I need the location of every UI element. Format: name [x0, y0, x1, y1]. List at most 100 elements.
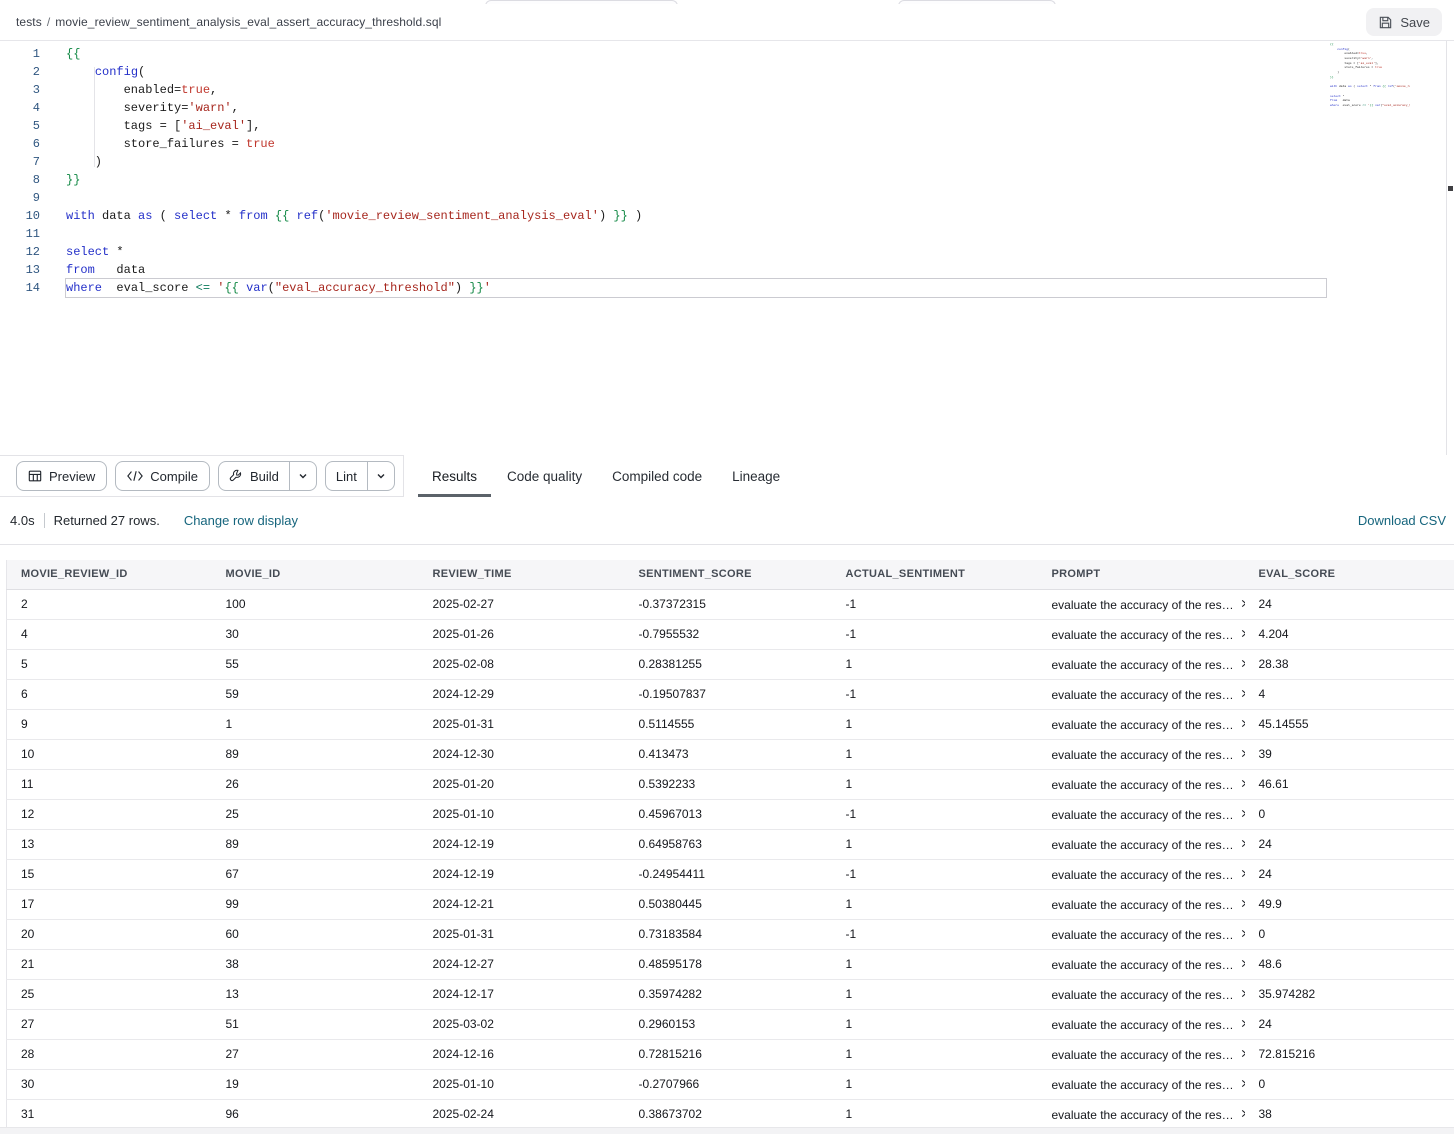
line-number[interactable]: 8: [0, 171, 40, 189]
table-cell: 2025-01-31: [419, 919, 625, 949]
prompt-cell-text: evaluate the accuracy of the res…: [1052, 988, 1234, 1002]
expand-prompt-icon[interactable]: [1240, 1107, 1245, 1121]
compile-button[interactable]: Compile: [115, 461, 210, 491]
change-row-display-link[interactable]: Change row display: [184, 513, 298, 528]
code-line[interactable]: 11: [0, 225, 1394, 243]
line-number[interactable]: 14: [0, 279, 40, 297]
code-line[interactable]: 6 store_failures = true: [0, 135, 1394, 153]
code-lines[interactable]: 1{{2 config(3 enabled=true,4 severity='w…: [0, 45, 1394, 297]
expand-prompt-icon[interactable]: [1240, 687, 1245, 701]
table-row: 5552025-02-080.283812551evaluate the acc…: [7, 649, 1454, 679]
code-line[interactable]: 1{{: [0, 45, 1394, 63]
code-token: select: [174, 209, 217, 223]
table-cell: 9: [7, 709, 212, 739]
line-number[interactable]: 12: [0, 243, 40, 261]
code-line[interactable]: 13from data: [0, 261, 1394, 279]
download-csv-link[interactable]: Download CSV: [1358, 513, 1446, 528]
build-button[interactable]: Build: [219, 462, 290, 490]
line-number[interactable]: 6: [0, 135, 40, 153]
tab-code-quality[interactable]: Code quality: [493, 455, 596, 497]
table-cell: 0.35974282: [625, 979, 832, 1009]
expand-prompt-icon[interactable]: [1240, 657, 1245, 671]
code-token: (: [1348, 48, 1350, 51]
lint-dropdown-button[interactable]: [368, 462, 394, 490]
build-button-group: Build: [218, 461, 317, 491]
lint-button[interactable]: Lint: [326, 462, 368, 490]
expand-prompt-icon[interactable]: [1240, 987, 1245, 1001]
line-number[interactable]: 7: [0, 153, 40, 171]
code-token: select: [1357, 85, 1368, 88]
expand-prompt-icon[interactable]: [1240, 837, 1245, 851]
code-editor[interactable]: 1{{2 config(3 enabled=true,4 severity='w…: [0, 41, 1454, 455]
code-line[interactable]: 12select *: [0, 243, 1394, 261]
code-line[interactable]: 8}}: [0, 171, 1394, 189]
code-token: from: [66, 263, 95, 277]
expand-prompt-icon[interactable]: [1240, 867, 1245, 881]
expand-prompt-icon[interactable]: [1240, 1017, 1245, 1031]
expand-prompt-icon[interactable]: [1240, 747, 1245, 761]
save-button[interactable]: Save: [1366, 8, 1442, 36]
table-cell: 2025-01-10: [419, 799, 625, 829]
code-line[interactable]: 14where eval_score <= '{{ var("eval_accu…: [0, 279, 1394, 297]
tab-compiled-code[interactable]: Compiled code: [598, 455, 716, 497]
build-button-label: Build: [250, 469, 279, 484]
code-token: store_failures =: [1330, 66, 1375, 69]
preview-button[interactable]: Preview: [16, 461, 107, 491]
editor-scrollbar[interactable]: [1446, 41, 1454, 455]
code-line[interactable]: 9: [0, 189, 1394, 207]
prompt-cell: evaluate the accuracy of the res…: [1038, 739, 1245, 769]
table-cell: 4: [7, 619, 212, 649]
code-line[interactable]: 5 tags = ['ai_eval'],: [0, 117, 1394, 135]
line-number[interactable]: 9: [0, 189, 40, 207]
table-cell: 2024-12-17: [419, 979, 625, 1009]
line-number[interactable]: 3: [0, 81, 40, 99]
expand-prompt-icon[interactable]: [1240, 957, 1245, 971]
editor-minimap[interactable]: {{ config( enabled=true, severity='warn'…: [1330, 43, 1410, 155]
editor-scrollbar-thumb[interactable]: [1448, 186, 1453, 191]
line-number[interactable]: 2: [0, 63, 40, 81]
line-number[interactable]: 5: [0, 117, 40, 135]
chevron-down-icon: [298, 471, 308, 481]
code-line[interactable]: with data as ( select * from {{ ref('mov…: [1330, 85, 1410, 90]
wrench-icon: [229, 469, 243, 483]
line-number[interactable]: 11: [0, 225, 40, 243]
line-number[interactable]: 1: [0, 45, 40, 63]
expand-prompt-icon[interactable]: [1240, 777, 1245, 791]
table-cell: 0.45967013: [625, 799, 832, 829]
expand-prompt-icon[interactable]: [1240, 627, 1245, 641]
table-cell: 2025-02-27: [419, 589, 625, 619]
expand-prompt-icon[interactable]: [1240, 597, 1245, 611]
code-line[interactable]: 4 severity='warn',: [0, 99, 1394, 117]
expand-prompt-icon[interactable]: [1240, 1077, 1245, 1091]
tab-lineage[interactable]: Lineage: [718, 455, 794, 497]
horizontal-scrollbar[interactable]: [0, 1127, 1454, 1134]
table-cell: 24: [1245, 589, 1454, 619]
code-line[interactable]: 7 ): [0, 153, 1394, 171]
expand-prompt-icon[interactable]: [1240, 1047, 1245, 1061]
build-dropdown-button[interactable]: [290, 462, 316, 490]
tab-results[interactable]: Results: [418, 455, 491, 497]
breadcrumb-section[interactable]: tests: [16, 15, 42, 29]
code-token: *: [109, 245, 123, 259]
code-line[interactable]: 3 enabled=true,: [0, 81, 1394, 99]
table-cell: 72.815216: [1245, 1039, 1454, 1069]
line-number[interactable]: 13: [0, 261, 40, 279]
expand-prompt-icon[interactable]: [1240, 717, 1245, 731]
expand-prompt-icon[interactable]: [1240, 927, 1245, 941]
table-cell: 0.73183584: [625, 919, 832, 949]
code-token: }}: [613, 209, 627, 223]
expand-prompt-icon[interactable]: [1240, 807, 1245, 821]
code-line[interactable]: 2 config(: [0, 63, 1394, 81]
expand-prompt-icon[interactable]: [1240, 897, 1245, 911]
code-line[interactable]: 10with data as ( select * from {{ ref('m…: [0, 207, 1394, 225]
table-cell: 0.28381255: [625, 649, 832, 679]
code-token: tags = [: [1330, 62, 1359, 65]
code-line[interactable]: where eval_score <= '{{ var("eval_accura…: [1330, 104, 1410, 109]
table-row: 12252025-01-100.45967013-1evaluate the a…: [7, 799, 1454, 829]
table-row: 10892024-12-300.4134731evaluate the accu…: [7, 739, 1454, 769]
table-row: 31962025-02-240.386737021evaluate the ac…: [7, 1099, 1454, 1129]
table-row: 15672024-12-19-0.24954411-1evaluate the …: [7, 859, 1454, 889]
line-number[interactable]: 10: [0, 207, 40, 225]
line-number[interactable]: 4: [0, 99, 40, 117]
code-token: [239, 281, 246, 295]
